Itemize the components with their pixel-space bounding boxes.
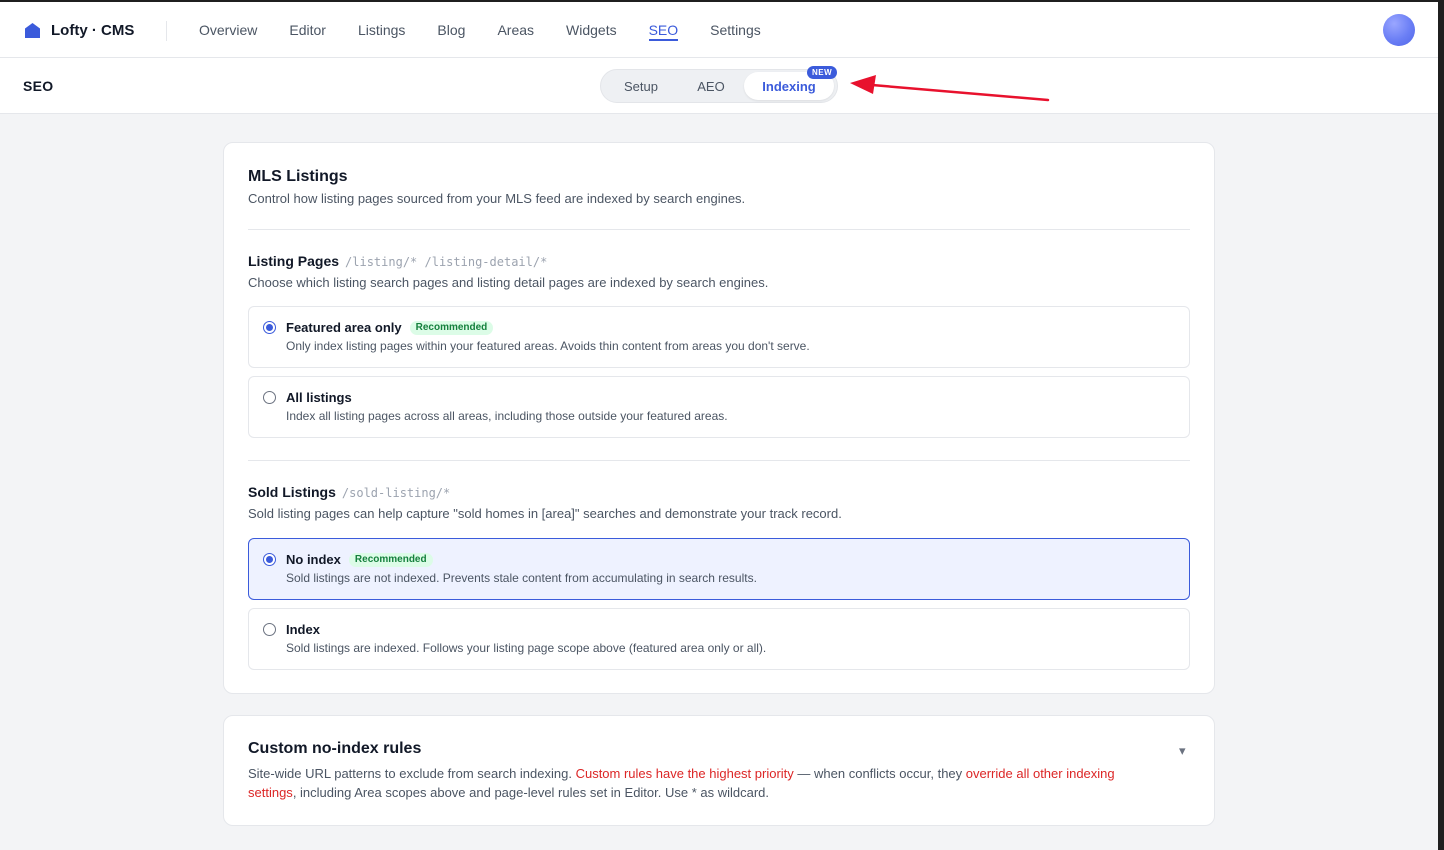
option-label: Index xyxy=(286,622,320,637)
listing-pages-description: Choose which listing search pages and li… xyxy=(248,275,769,290)
radio-index[interactable] xyxy=(263,623,276,636)
option-index[interactable]: Index Sold listings are indexed. Follows… xyxy=(248,608,1190,670)
sold-listings-paths: /sold-listing/* xyxy=(341,486,451,500)
new-badge: NEW xyxy=(807,66,838,79)
option-no-index[interactable]: No index Recommended Sold listings are n… xyxy=(248,538,1190,600)
rules-desc-part: Site-wide URL patterns to exclude from s… xyxy=(248,766,576,781)
nav-item-overview[interactable]: Overview xyxy=(183,2,273,58)
rules-desc-part: , including Area scopes above and page-l… xyxy=(292,785,770,800)
listing-pages-title: Listing Pages xyxy=(248,253,340,269)
mls-title: MLS Listings xyxy=(248,168,348,185)
option-description: Sold listings are indexed. Follows your … xyxy=(286,641,767,655)
option-label-text: All listings xyxy=(286,390,352,405)
listing-pages-paths: /listing/* /listing-detail/* xyxy=(345,255,548,269)
user-avatar[interactable] xyxy=(1383,14,1415,46)
recommended-badge: Recommended xyxy=(348,552,433,567)
brand[interactable]: Lofty · CMS xyxy=(24,2,134,58)
option-description: Only index listing pages within your fea… xyxy=(286,339,810,353)
chevron-down-icon[interactable]: ▾ xyxy=(1179,743,1186,759)
rules-desc-part: — when conflicts occur, they xyxy=(793,766,966,781)
main-nav: Overview Editor Listings Blog Areas Widg… xyxy=(183,2,777,58)
listing-pages-heading: Listing Pages/listing/* /listing-detail/… xyxy=(248,253,547,269)
seo-tabs: Setup AEO Indexing xyxy=(600,69,838,103)
sub-header: SEO Setup AEO Indexing xyxy=(0,58,1438,114)
option-featured-area-only[interactable]: Featured area only Recommended Only inde… xyxy=(248,306,1190,368)
custom-rules-card[interactable]: Custom no-index rules ▾ Site-wide URL pa… xyxy=(223,715,1215,826)
nav-item-seo[interactable]: SEO xyxy=(633,2,695,58)
nav-item-editor[interactable]: Editor xyxy=(273,2,342,58)
top-navbar: Lofty · CMS Overview Editor Listings Blo… xyxy=(0,2,1438,58)
rules-desc-highlight: Custom rules have the highest priority xyxy=(575,766,794,781)
option-label-text: No index xyxy=(286,552,341,567)
rules-title: Custom no-index rules xyxy=(248,740,422,757)
sold-listings-title: Sold Listings xyxy=(248,484,336,500)
option-label: No index Recommended xyxy=(286,552,433,567)
nav-item-settings[interactable]: Settings xyxy=(694,2,777,58)
house-icon xyxy=(25,22,40,38)
sold-listings-heading: Sold Listings/sold-listing/* xyxy=(248,484,450,500)
option-description: Index all listing pages across all areas… xyxy=(286,409,728,423)
option-label-text: Index xyxy=(286,622,320,637)
option-all-listings[interactable]: All listings Index all listing pages acr… xyxy=(248,376,1190,438)
red-arrow-annotation xyxy=(850,75,1050,102)
rules-desc-highlight: settings xyxy=(248,785,293,800)
nav-item-blog[interactable]: Blog xyxy=(421,2,481,58)
tab-setup[interactable]: Setup xyxy=(604,72,678,100)
brand-name: Lofty · CMS xyxy=(51,21,135,39)
sold-listings-description: Sold listing pages can help capture "sol… xyxy=(248,506,842,521)
option-label-text: Featured area only xyxy=(286,320,402,335)
mls-listings-card: MLS Listings Control how listing pages s… xyxy=(223,142,1215,694)
tab-aeo[interactable]: AEO xyxy=(678,72,744,100)
nav-item-listings[interactable]: Listings xyxy=(342,2,421,58)
option-description: Sold listings are not indexed. Prevents … xyxy=(286,571,757,585)
rules-description: Site-wide URL patterns to exclude from s… xyxy=(248,764,1148,802)
radio-no-index[interactable] xyxy=(263,553,276,566)
nav-item-widgets[interactable]: Widgets xyxy=(550,2,633,58)
radio-featured-area-only[interactable] xyxy=(263,321,276,334)
mls-description: Control how listing pages sourced from y… xyxy=(248,191,746,206)
option-label: Featured area only Recommended xyxy=(286,320,494,335)
window-frame-right xyxy=(1438,0,1444,850)
recommended-badge: Recommended xyxy=(409,320,494,335)
section-divider xyxy=(248,229,1190,230)
page-title: SEO xyxy=(23,78,54,94)
rules-desc-highlight: override all other indexing xyxy=(965,766,1115,781)
brand-divider xyxy=(166,21,167,41)
nav-item-areas[interactable]: Areas xyxy=(481,2,550,58)
option-label: All listings xyxy=(286,390,352,405)
radio-all-listings[interactable] xyxy=(263,391,276,404)
section-divider xyxy=(248,460,1190,461)
